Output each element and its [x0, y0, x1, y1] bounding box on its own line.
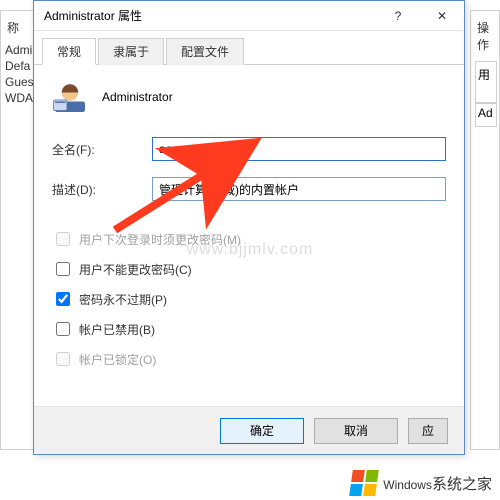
- chk-locked: 帐户已锁定(O): [52, 349, 446, 369]
- chk-disabled[interactable]: 帐户已禁用(B): [52, 319, 446, 339]
- chk-must-change-box: [56, 232, 70, 246]
- footer-text: Windows系统之家: [383, 473, 492, 494]
- fullname-label: 全名(F):: [52, 141, 152, 158]
- checkbox-group: 用户下次登录时须更改密码(M) 用户不能更改密码(C) 密码永不过期(P) 帐户…: [52, 229, 446, 369]
- description-row: 描述(D):: [52, 177, 446, 201]
- bg-right-cell: 用: [475, 61, 497, 103]
- footer-brand: Windows: [383, 478, 432, 492]
- chk-disabled-label: 帐户已禁用(B): [79, 321, 155, 338]
- button-row: 确定 取消 应: [34, 406, 464, 454]
- tab-profile[interactable]: 配置文件: [166, 38, 244, 65]
- user-icon: [52, 79, 88, 115]
- ok-button[interactable]: 确定: [220, 418, 304, 444]
- bg-right-panel: 操作 用 Ad: [470, 10, 500, 450]
- windows-icon: [349, 470, 379, 496]
- description-input[interactable]: [152, 177, 446, 201]
- chk-cannot-change-label: 用户不能更改密码(C): [79, 261, 192, 278]
- bg-right-cell: Ad: [475, 103, 497, 127]
- tab-general[interactable]: 常规: [42, 38, 96, 65]
- tab-memberof[interactable]: 隶属于: [98, 38, 164, 65]
- chk-never-expire-label: 密码永不过期(P): [79, 291, 167, 308]
- title-text: Administrator 属性: [44, 7, 142, 24]
- chk-never-expire[interactable]: 密码永不过期(P): [52, 289, 446, 309]
- identity-row: Administrator: [52, 79, 446, 115]
- close-icon: ✕: [437, 9, 447, 23]
- tab-content: Administrator 全名(F): 描述(D): 用户下次登录时须更改密码…: [34, 65, 464, 393]
- chk-must-change-label: 用户下次登录时须更改密码(M): [79, 231, 241, 248]
- chk-never-expire-box[interactable]: [56, 292, 70, 306]
- fullname-input[interactable]: [152, 137, 446, 161]
- help-button[interactable]: ?: [376, 1, 420, 31]
- footer-logo: Windows系统之家: [351, 470, 492, 496]
- cancel-button[interactable]: 取消: [314, 418, 398, 444]
- chk-cannot-change[interactable]: 用户不能更改密码(C): [52, 259, 446, 279]
- tab-strip: 常规 隶属于 配置文件: [34, 31, 464, 65]
- bg-right-header: 操作: [471, 19, 499, 59]
- dialog-title: Administrator 属性: [44, 7, 376, 24]
- chk-must-change: 用户下次登录时须更改密码(M): [52, 229, 446, 249]
- apply-button[interactable]: 应: [408, 418, 448, 444]
- description-label: 描述(D):: [52, 181, 152, 198]
- titlebar: Administrator 属性 ? ✕: [34, 1, 464, 31]
- footer-suffix: 系统之家: [432, 476, 492, 493]
- chk-cannot-change-box[interactable]: [56, 262, 70, 276]
- fullname-row: 全名(F):: [52, 137, 446, 161]
- help-icon: ?: [395, 9, 402, 23]
- chk-disabled-box[interactable]: [56, 322, 70, 336]
- chk-locked-box: [56, 352, 70, 366]
- chk-locked-label: 帐户已锁定(O): [79, 351, 156, 368]
- close-button[interactable]: ✕: [420, 1, 464, 31]
- username-text: Administrator: [102, 90, 173, 104]
- properties-dialog: Administrator 属性 ? ✕ 常规 隶属于 配置文件 Admin: [33, 0, 465, 455]
